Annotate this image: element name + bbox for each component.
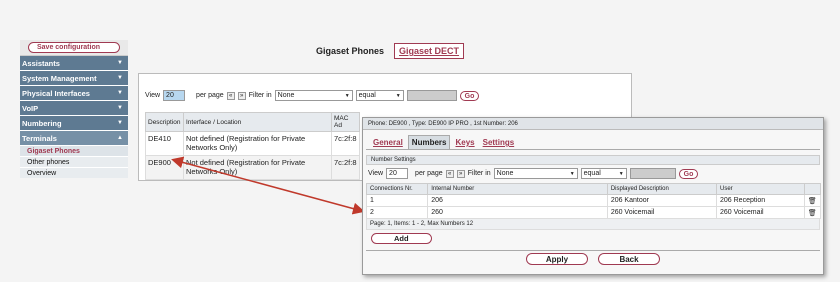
per-page-label: per page <box>415 170 443 177</box>
dropdown-icon: ▼ <box>395 92 401 99</box>
table-row[interactable]: 2 260 260 Voicemail 260 Voicemail 🗑 <box>365 206 822 219</box>
section-title: Number Settings <box>366 155 820 165</box>
table-row[interactable]: DE900 Not defined (Registration for Priv… <box>145 155 360 180</box>
trash-icon[interactable]: 🗑 <box>803 194 822 207</box>
column-header[interactable]: Internal Number <box>427 183 608 195</box>
tab-keys[interactable]: Keys <box>452 136 477 149</box>
caret-down-icon: ▼ <box>117 90 123 96</box>
caret-down-icon: ▼ <box>117 105 123 111</box>
phone-list-table: Description Interface / Location MAC Ad … <box>145 112 360 180</box>
dropdown-icon: ▼ <box>569 170 575 177</box>
cell-connection-nr: 1 <box>365 194 429 207</box>
cell-internal-number: 206 <box>427 194 608 207</box>
dropdown-icon: ▼ <box>344 92 350 99</box>
filter-value-input[interactable] <box>406 90 457 101</box>
column-header[interactable]: Displayed Description <box>606 183 718 195</box>
trash-icon[interactable]: 🗑 <box>803 206 822 219</box>
table-header-row: Description Interface / Location MAC Ad <box>145 112 360 132</box>
cell-description: DE900 <box>145 155 184 180</box>
tab-settings[interactable]: Settings <box>480 136 518 149</box>
next-page-icon[interactable]: » <box>237 91 246 100</box>
dialog-tabs: General Numbers Keys Settings <box>366 130 820 150</box>
save-configuration-button[interactable]: Save configuration <box>28 42 120 53</box>
filter-value-input[interactable] <box>629 168 676 179</box>
dropdown-icon: ▼ <box>618 170 624 177</box>
go-button[interactable]: Go <box>459 90 480 101</box>
dialog-actions: Apply Back <box>366 250 820 266</box>
cell-mac: 7c:2f:8 <box>331 155 360 180</box>
caret-up-icon: ▲ <box>117 135 123 141</box>
menu-item-system-management[interactable]: System Management ▼ <box>20 71 128 86</box>
cell-mac: 7c:2f:8 <box>331 131 360 156</box>
list-filter-bar: View 20 per page « » Filter in None ▼ equ… <box>145 90 480 101</box>
column-header[interactable]: MAC Ad <box>331 112 360 132</box>
column-header[interactable]: User <box>716 183 805 195</box>
sidebar: Save configuration Assistants ▼ System Ma… <box>20 40 128 178</box>
cell-user: 260 Voicemail <box>716 206 805 219</box>
next-page-icon[interactable]: » <box>456 169 465 178</box>
numbers-table: Connections Nr. Internal Number Displaye… <box>365 183 822 219</box>
go-button[interactable]: Go <box>678 168 699 179</box>
phone-dialog: Phone: DE900 , Type: DE900 IP PRO , 1st … <box>362 117 824 275</box>
apply-button[interactable]: Apply <box>526 253 588 265</box>
caret-down-icon: ▼ <box>117 75 123 81</box>
filter-field-select[interactable]: None ▼ <box>493 168 578 179</box>
cell-user: 206 Reception <box>716 194 805 207</box>
menu-item-numbering[interactable]: Numbering ▼ <box>20 116 128 131</box>
tab-general[interactable]: General <box>370 136 406 149</box>
back-button[interactable]: Back <box>598 253 660 265</box>
table-row[interactable]: 1 206 206 Kantoor 206 Reception 🗑 <box>365 194 822 207</box>
column-header-actions <box>803 183 822 195</box>
numbers-filter-bar: View 20 per page « » Filter in None ▼ equ… <box>368 168 823 179</box>
menu-item-voip[interactable]: VoIP ▼ <box>20 101 128 116</box>
dialog-header: Phone: DE900 , Type: DE900 IP PRO , 1st … <box>363 118 823 130</box>
tab-gigaset-phones[interactable]: Gigaset Phones <box>312 43 388 59</box>
table-row[interactable]: DE410 Not defined (Registration for Priv… <box>145 131 360 156</box>
filter-operator-select[interactable]: equal ▼ <box>580 168 627 179</box>
prev-page-icon[interactable]: « <box>226 91 235 100</box>
view-count-input[interactable]: 20 <box>386 168 409 179</box>
menu-item-terminals[interactable]: Terminals ▲ <box>20 131 128 146</box>
tab-gigaset-dect[interactable]: Gigaset DECT <box>394 43 465 59</box>
filter-label: Filter in <box>467 170 491 177</box>
column-header[interactable]: Connections Nr. <box>365 183 429 195</box>
cell-displayed-description: 260 Voicemail <box>606 206 718 219</box>
caret-down-icon: ▼ <box>117 60 123 66</box>
add-button[interactable]: Add <box>371 233 432 244</box>
cell-description: DE410 <box>145 131 184 156</box>
cell-internal-number: 260 <box>427 206 608 219</box>
tab-numbers[interactable]: Numbers <box>407 135 451 149</box>
filter-label: Filter in <box>248 92 272 99</box>
per-page-label: per page <box>196 92 224 99</box>
pagination-info: Page: 1, Items: 1 - 2, Max Numbers 12 <box>366 219 820 230</box>
save-bar: Save configuration <box>20 40 128 56</box>
menu-item-assistants[interactable]: Assistants ▼ <box>20 56 128 71</box>
submenu-item-other-phones[interactable]: Other phones <box>20 157 128 168</box>
cell-displayed-description: 206 Kantoor <box>606 194 718 207</box>
filter-field-select[interactable]: None ▼ <box>274 90 353 101</box>
table-header-row: Connections Nr. Internal Number Displaye… <box>365 183 822 195</box>
top-tabs: Gigaset Phones Gigaset DECT <box>312 43 465 59</box>
column-header[interactable]: Description <box>145 112 184 132</box>
column-header[interactable]: Interface / Location <box>183 112 332 132</box>
view-count-input[interactable]: 20 <box>163 90 186 101</box>
view-label: View <box>368 170 384 177</box>
menu-item-physical-interfaces[interactable]: Physical Interfaces ▼ <box>20 86 128 101</box>
cell-interface: Not defined (Registration for Private Ne… <box>183 155 332 180</box>
cell-interface: Not defined (Registration for Private Ne… <box>183 131 332 156</box>
caret-down-icon: ▼ <box>117 120 123 126</box>
filter-operator-select[interactable]: equal ▼ <box>355 90 404 101</box>
view-label: View <box>145 92 161 99</box>
cell-connection-nr: 2 <box>365 206 429 219</box>
submenu-item-overview[interactable]: Overview <box>20 168 128 178</box>
submenu-item-gigaset-phones[interactable]: Gigaset Phones <box>20 146 128 157</box>
prev-page-icon[interactable]: « <box>445 169 454 178</box>
